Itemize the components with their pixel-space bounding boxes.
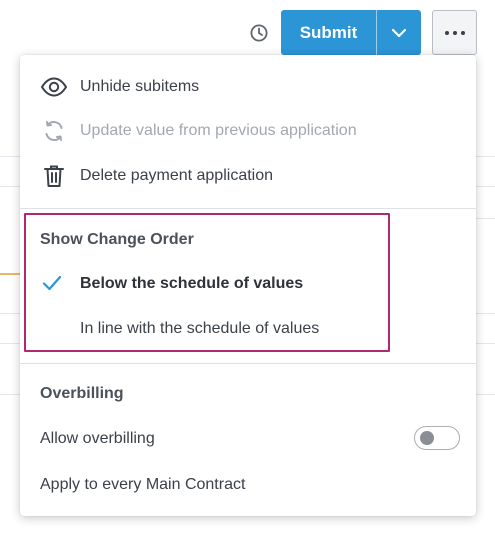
menu-item-update-value[interactable]: Update value from previous application	[20, 117, 476, 145]
overbilling-section-title: Overbilling	[40, 385, 124, 402]
submit-button[interactable]: Submit	[281, 10, 377, 55]
menu-divider	[20, 208, 476, 209]
submit-options-button[interactable]	[377, 10, 421, 55]
more-horizontal-icon	[444, 30, 465, 35]
background-divider	[0, 313, 20, 314]
option-inline-schedule-of-values[interactable]: In line with the schedule of values	[80, 320, 319, 338]
background-divider	[0, 343, 20, 344]
menu-item-delete-payment-application[interactable]: Delete payment application	[20, 162, 476, 190]
more-actions-button[interactable]	[432, 10, 477, 55]
trash-icon	[40, 162, 68, 190]
menu-item-label: Update value from previous application	[80, 122, 357, 139]
allow-overbilling-label: Allow overbilling	[40, 430, 155, 447]
menu-item-label: Unhide subitems	[80, 78, 200, 95]
change-order-section-title: Show Change Order	[40, 231, 194, 248]
chevron-down-icon	[391, 28, 407, 37]
submit-split-button: Submit	[281, 10, 421, 55]
background-divider	[476, 394, 495, 395]
allow-overbilling-toggle[interactable]	[414, 426, 460, 450]
menu-divider	[20, 363, 476, 364]
more-actions-menu: Unhide subitems Update value from previo…	[20, 55, 476, 516]
checkmark-icon	[42, 275, 62, 296]
toggle-knob	[420, 431, 434, 445]
background-divider	[0, 394, 20, 395]
refresh-icon	[40, 117, 68, 145]
background-divider	[0, 186, 20, 187]
eye-icon	[40, 73, 68, 101]
menu-item-label: Delete payment application	[80, 167, 274, 184]
background-divider	[476, 218, 495, 219]
menu-item-unhide-subitems[interactable]: Unhide subitems	[20, 73, 476, 101]
background-divider	[476, 343, 495, 344]
background-divider	[476, 156, 495, 157]
background-divider	[476, 186, 495, 187]
background-progress-line	[0, 273, 20, 275]
menu-item-apply-every-main-contract[interactable]: Apply to every Main Contract	[40, 476, 245, 494]
background-divider	[476, 313, 495, 314]
history-button[interactable]	[247, 21, 271, 45]
option-below-schedule-of-values[interactable]: Below the schedule of values	[80, 275, 303, 293]
clock-icon	[250, 24, 268, 42]
background-divider	[0, 156, 20, 157]
